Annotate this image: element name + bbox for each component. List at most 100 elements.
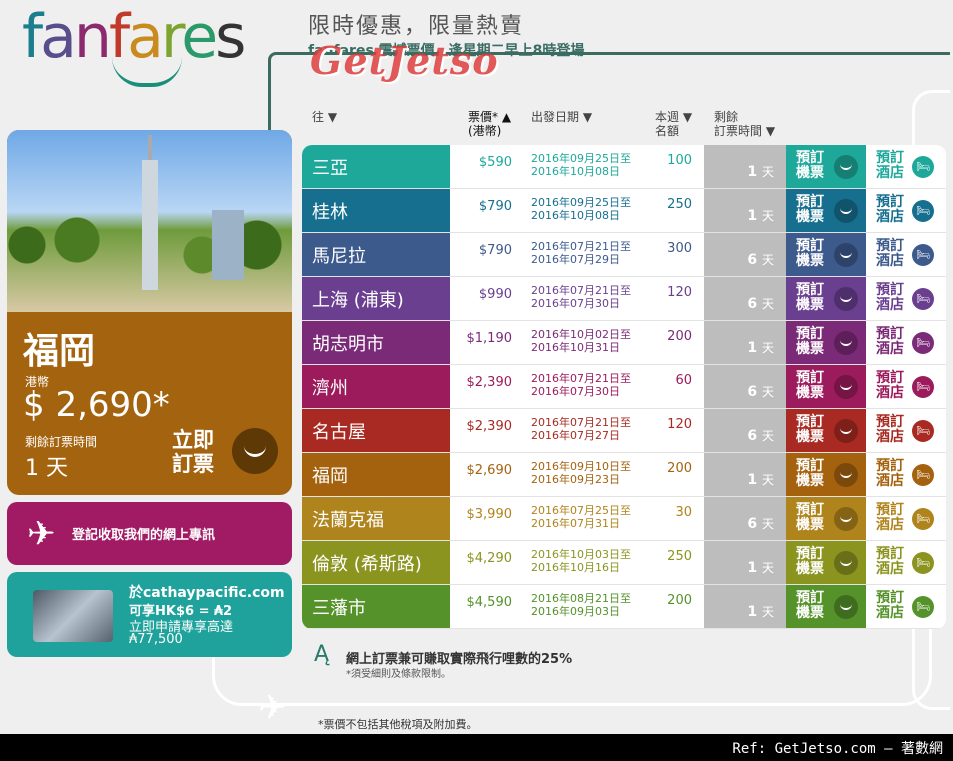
table-row[interactable]: 馬尼拉 $790 2016年07月21日至 2016年07月29日 300 6 天…	[302, 233, 946, 277]
fare-price: $2,690	[466, 463, 513, 478]
date-start: 2016年07月25日至	[531, 504, 631, 517]
book-hotel-label: 預訂 酒店	[876, 282, 904, 313]
travel-dates: 2016年10月03日至 2016年10月16日	[531, 548, 631, 574]
book-hotel-button[interactable]: 預訂 酒店 🛏	[866, 365, 946, 408]
col-header-remain-l2: 訂票時間	[714, 124, 763, 138]
book-hotel-button[interactable]: 預訂 酒店 🛏	[866, 233, 946, 276]
book-flight-button[interactable]: 預訂 機票	[786, 453, 866, 496]
destination-city[interactable]: 胡志明市	[302, 321, 450, 364]
book-hotel-label: 預訂 酒店	[876, 590, 904, 621]
newsletter-label: 登記收取我們的網上專訊	[72, 528, 216, 543]
col-header-remain[interactable]: 剩餘 訂票時間 ▼	[714, 110, 775, 138]
book-flight-button[interactable]: 預訂 機票	[786, 409, 866, 452]
book-hotel-button[interactable]: 預訂 酒店 🛏	[866, 277, 946, 320]
fanfares-logo[interactable]: fanfares	[22, 2, 277, 97]
asia-miles-icon: Ą	[314, 642, 330, 667]
promo-book-button[interactable]: 立即 訂票	[172, 428, 232, 476]
remaining-time: 1 天	[704, 321, 786, 364]
date-start: 2016年10月02日至	[531, 328, 631, 341]
newsletter-signup-button[interactable]: ✈ 登記收取我們的網上專訊	[7, 502, 292, 565]
destination-city[interactable]: 馬尼拉	[302, 233, 450, 276]
fare-price: $790	[478, 199, 512, 214]
book-flight-button[interactable]: 預訂 機票	[786, 277, 866, 320]
bed-icon: 🛏	[912, 376, 934, 398]
book-flight-button[interactable]: 預訂 機票	[786, 233, 866, 276]
table-row[interactable]: 上海 (浦東) $990 2016年07月21日至 2016年07月30日 120…	[302, 277, 946, 321]
book-hotel-button[interactable]: 預訂 酒店 🛏	[866, 409, 946, 452]
tower	[142, 160, 158, 290]
fare-price: $790	[478, 243, 512, 258]
table-row[interactable]: 桂林 $790 2016年09月25日至 2016年10月08日 250 1 天 …	[302, 189, 946, 233]
date-end: 2016年07月27日	[531, 429, 620, 442]
destination-city[interactable]: 桂林	[302, 189, 450, 232]
book-flight-button[interactable]: 預訂 機票	[786, 145, 866, 188]
table-row[interactable]: 法蘭克福 $3,990 2016年07月25日至 2016年07月31日 30 6…	[302, 497, 946, 541]
table-row[interactable]: 胡志明市 $1,190 2016年10月02日至 2016年10月31日 200 …	[302, 321, 946, 365]
seats-count: 60	[675, 373, 692, 388]
book-flight-button[interactable]: 預訂 機票	[786, 365, 866, 408]
book-hotel-button[interactable]: 預訂 酒店 🛏	[866, 189, 946, 232]
smile-icon	[834, 507, 858, 531]
bed-icon: 🛏	[912, 244, 934, 266]
card-line4: ₳77,500	[129, 632, 183, 647]
table-row[interactable]: 濟州 $2,390 2016年07月21日至 2016年07月30日 60 6 天…	[302, 365, 946, 409]
book-hotel-button[interactable]: 預訂 酒店 🛏	[866, 541, 946, 584]
table-row[interactable]: 福岡 $2,690 2016年09月10日至 2016年09月23日 200 1 …	[302, 453, 946, 497]
featured-deal-card[interactable]: 福岡 港幣 $ 2,690* 剩餘訂票時間 1 天 立即 訂票	[7, 130, 292, 495]
destination-city[interactable]: 三藩市	[302, 585, 450, 628]
book-hotel-button[interactable]: 預訂 酒店 🛏	[866, 497, 946, 540]
book-flight-label: 預訂 機票	[796, 150, 824, 181]
book-flight-button[interactable]: 預訂 機票	[786, 497, 866, 540]
travel-dates: 2016年09月25日至 2016年10月08日	[531, 196, 631, 222]
table-row[interactable]: 三亞 $590 2016年09月25日至 2016年10月08日 100 1 天 …	[302, 145, 946, 189]
book-flight-button[interactable]: 預訂 機票	[786, 321, 866, 364]
seats-count: 200	[667, 593, 692, 608]
days-unit: 天	[761, 165, 774, 179]
deals-table: 三亞 $590 2016年09月25日至 2016年10月08日 100 1 天 …	[302, 145, 946, 629]
fare-price: $2,390	[466, 419, 513, 434]
book-hotel-button[interactable]: 預訂 酒店 🛏	[866, 453, 946, 496]
headline: 限時優惠，限量熱賣	[308, 14, 525, 39]
table-row[interactable]: 三藩市 $4,590 2016年08月21日至 2016年09月03日 200 1…	[302, 585, 946, 629]
days-unit: 天	[761, 429, 774, 443]
book-hotel-button[interactable]: 預訂 酒店 🛏	[866, 585, 946, 628]
days-unit: 天	[761, 561, 774, 575]
destination-city[interactable]: 名古屋	[302, 409, 450, 452]
book-hotel-button[interactable]: 預訂 酒店 🛏	[866, 145, 946, 188]
destination-city[interactable]: 福岡	[302, 453, 450, 496]
col-header-price[interactable]: 票價* ▲ (港幣)	[468, 110, 511, 138]
smile-icon	[834, 155, 858, 179]
destination-city[interactable]: 三亞	[302, 145, 450, 188]
book-hotel-label: 預訂 酒店	[876, 414, 904, 445]
plane-icon: ✈	[258, 688, 287, 728]
book-hotel-button[interactable]: 預訂 酒店 🛏	[866, 321, 946, 364]
book-flight-label: 預訂 機票	[796, 326, 824, 357]
smile-icon	[834, 331, 858, 355]
book-hotel-label: 預訂 酒店	[876, 458, 904, 489]
book-flight-button[interactable]: 預訂 機票	[786, 189, 866, 232]
date-start: 2016年09月10日至	[531, 460, 631, 473]
book-hotel-label: 預訂 酒店	[876, 194, 904, 225]
credit-card-promo[interactable]: 於cathaypacific.com 可享HK$6 = ₳2 立即申請專享高達 …	[7, 572, 292, 657]
book-flight-button[interactable]: 預訂 機票	[786, 541, 866, 584]
book-flight-button[interactable]: 預訂 機票	[786, 585, 866, 628]
card-line1: 於cathaypacific.com	[129, 585, 285, 601]
col-header-destination[interactable]: 往 ▼	[312, 110, 337, 124]
table-row[interactable]: 倫敦 (希斯路) $4,290 2016年10月03日至 2016年10月16日 …	[302, 541, 946, 585]
smile-icon[interactable]	[232, 428, 278, 474]
date-end: 2016年10月16日	[531, 561, 620, 574]
date-end: 2016年09月03日	[531, 605, 620, 618]
destination-city[interactable]: 倫敦 (希斯路)	[302, 541, 450, 584]
date-start: 2016年09月25日至	[531, 196, 631, 209]
col-header-date[interactable]: 出發日期 ▼	[531, 110, 592, 124]
col-header-seats[interactable]: 本週 ▼ 名額	[655, 110, 692, 138]
book-flight-label: 預訂 機票	[796, 546, 824, 577]
days-count: 1	[747, 604, 758, 620]
days-unit: 天	[761, 473, 774, 487]
col-header-seats-l1: 本週	[655, 110, 680, 124]
table-row[interactable]: 名古屋 $2,390 2016年07月21日至 2016年07月27日 120 6…	[302, 409, 946, 453]
destination-city[interactable]: 法蘭克福	[302, 497, 450, 540]
destination-city[interactable]: 上海 (浦東)	[302, 277, 450, 320]
destination-city[interactable]: 濟州	[302, 365, 450, 408]
col-header-price-unit: (港幣)	[468, 124, 502, 138]
